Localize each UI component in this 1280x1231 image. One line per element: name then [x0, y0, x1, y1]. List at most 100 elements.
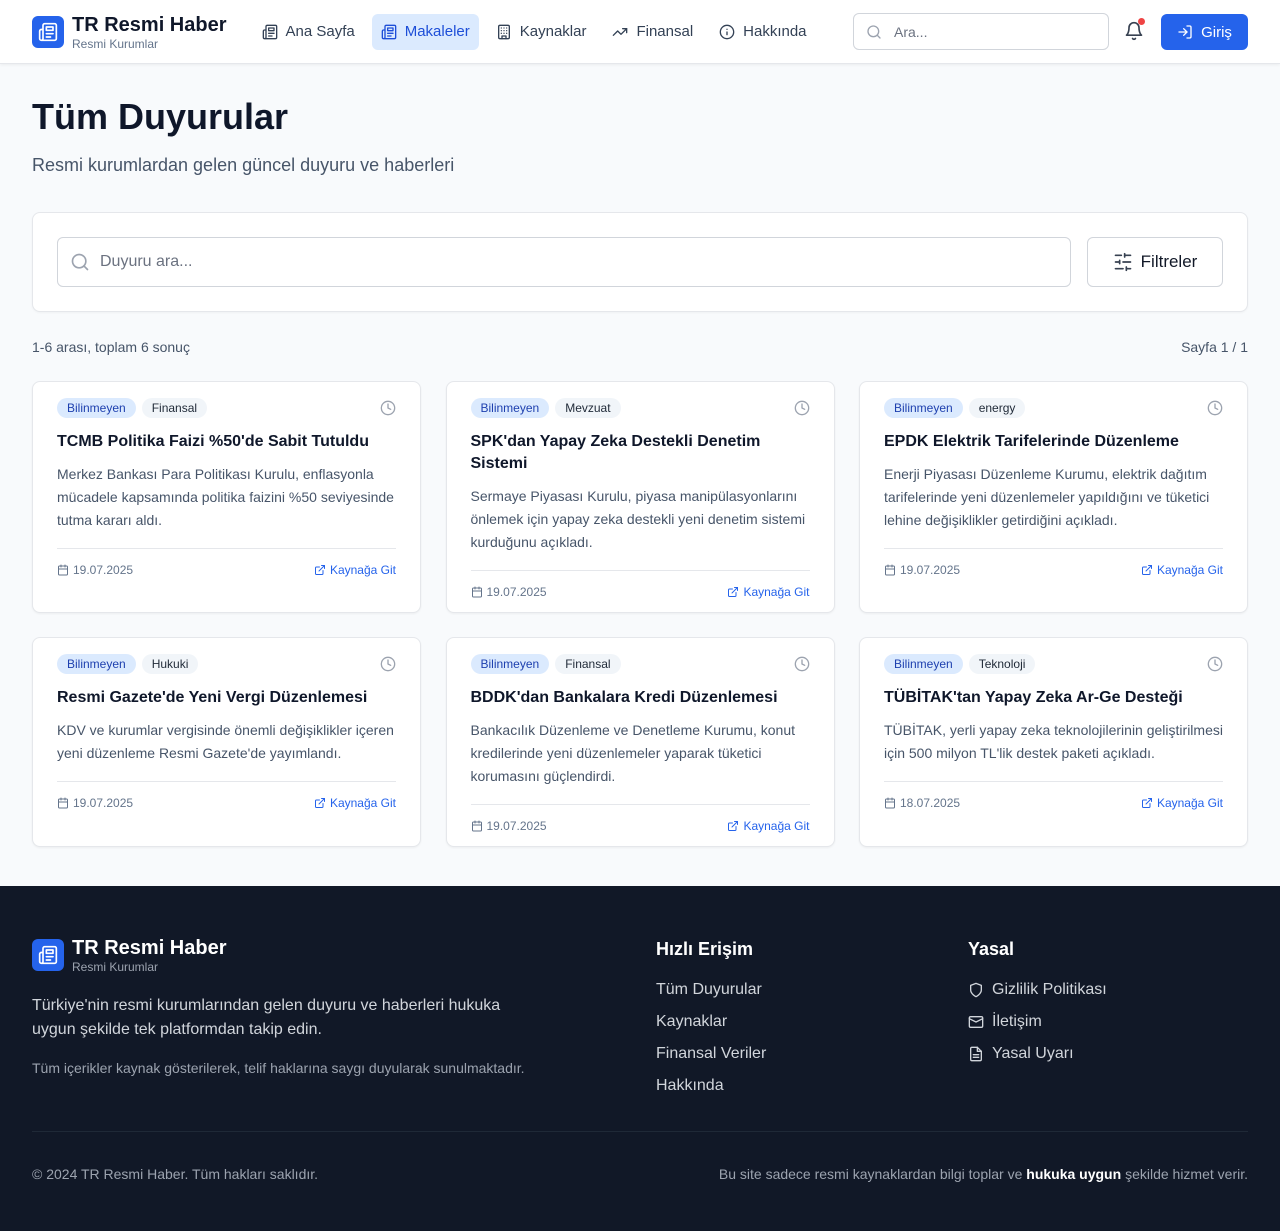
external-link-icon: [727, 586, 743, 598]
quick-access-heading: Hızlı Erişim: [656, 939, 754, 959]
nav-label: Kaynaklar: [519, 23, 587, 40]
copyright: © 2024 TR Resmi Haber. Tüm hakları saklı…: [32, 1166, 319, 1182]
status-badge: Bilinmeyen: [470, 654, 550, 674]
source-link[interactable]: Kaynağa Git: [1141, 796, 1223, 810]
status-badge: Bilinmeyen: [57, 654, 136, 674]
filters-button[interactable]: Filtreler: [1087, 237, 1223, 287]
info-icon: [719, 24, 743, 40]
source-link[interactable]: Kaynağa Git: [314, 563, 396, 577]
article-date: 19.07.2025: [471, 819, 547, 833]
footer-brand-title: TR Resmi Haber: [72, 937, 227, 959]
calendar-icon: [471, 820, 487, 832]
newspaper-icon: [32, 939, 64, 971]
footer-divider: [32, 1131, 1248, 1132]
page-subtitle: Resmi kurumlardan gelen güncel duyuru ve…: [32, 155, 455, 175]
article-date-text: 19.07.2025: [486, 584, 547, 599]
article-title[interactable]: TÜBİTAK'tan Yapay Zeka Ar-Ge Desteği: [884, 687, 1223, 709]
legal-heading: Yasal: [968, 939, 1015, 959]
shield-icon: [968, 982, 992, 998]
nav-item-finansal[interactable]: Finansal: [603, 14, 702, 50]
article-card[interactable]: Bilinmeyen Mevzuat SPK'dan Yapay Zeka Des…: [445, 381, 835, 613]
source-link[interactable]: Kaynağa Git: [314, 796, 396, 810]
search-icon: [70, 252, 90, 272]
notification-button[interactable]: [1124, 18, 1146, 43]
category-badge: Finansal: [555, 654, 621, 674]
article-description: Enerji Piyasası Düzenleme Kurumu, elektr…: [884, 466, 1210, 528]
article-card[interactable]: Bilinmeyen energy EPDK Elektrik Tarifeler…: [859, 381, 1248, 613]
announcement-search-input[interactable]: [100, 253, 1070, 271]
header-search-input[interactable]: [894, 23, 1094, 40]
brand-title: TR Resmi Haber: [72, 13, 227, 36]
article-card[interactable]: Bilinmeyen Hukuki Resmi Gazete'de Yeni Ve…: [32, 637, 421, 847]
article-date: 19.07.2025: [57, 563, 133, 577]
trending-up-icon: [612, 24, 636, 40]
status-badge: Bilinmeyen: [884, 398, 963, 418]
clock-icon: [380, 656, 396, 672]
article-date-text: 19.07.2025: [900, 562, 961, 577]
external-link-icon: [1141, 797, 1157, 809]
article-date-text: 18.07.2025: [900, 795, 961, 810]
article-date-text: 19.07.2025: [486, 818, 547, 833]
legal-statement-post: şekilde hizmet verir.: [1125, 1166, 1248, 1182]
source-link[interactable]: Kaynağa Git: [727, 819, 810, 833]
footer-link-finansal-veriler[interactable]: Finansal Veriler: [656, 1044, 968, 1064]
clock-icon: [794, 656, 810, 672]
article-description: Bankacılık Düzenleme ve Denetleme Kurumu…: [470, 722, 796, 784]
category-badge: Finansal: [141, 398, 208, 418]
status-badge: Bilinmeyen: [884, 654, 963, 674]
category-badge: energy: [968, 398, 1026, 418]
article-date: 18.07.2025: [884, 796, 960, 810]
external-link-icon: [314, 797, 330, 809]
article-card[interactable]: Bilinmeyen Finansal BDDK'dan Bankalara Kr…: [445, 637, 835, 847]
article-title[interactable]: EPDK Elektrik Tarifelerinde Düzenleme: [884, 431, 1223, 453]
legal-statement-pre: Bu site sadece resmi kaynaklardan bilgi …: [718, 1166, 1023, 1182]
announcement-search: [57, 237, 1071, 287]
results-summary-row: 1-6 arası, toplam 6 sonuç Sayfa 1 / 1: [32, 338, 1248, 356]
status-badge: Bilinmeyen: [57, 398, 136, 418]
article-description: Merkez Bankası Para Politikası Kurulu, e…: [57, 466, 394, 528]
footer-note: Tüm içerikler kaynak gösterilerek, telif…: [32, 1060, 525, 1076]
footer-link-yasal-uyari[interactable]: Yasal Uyarı: [968, 1044, 1248, 1064]
nav-item-ana-sayfa[interactable]: Ana Sayfa: [253, 14, 364, 50]
nav-item-kaynaklar[interactable]: Kaynaklar: [487, 14, 596, 50]
source-link[interactable]: Kaynağa Git: [727, 585, 810, 599]
article-date: 19.07.2025: [57, 796, 133, 810]
category-badge: Teknoloji: [968, 654, 1036, 674]
article-date: 19.07.2025: [884, 563, 960, 577]
article-card[interactable]: Bilinmeyen Finansal TCMB Politika Faizi %…: [32, 381, 421, 613]
search-icon: [866, 24, 882, 40]
building-icon: [496, 24, 520, 40]
sliders-icon: [1113, 252, 1141, 272]
article-card[interactable]: Bilinmeyen Teknoloji TÜBİTAK'tan Yapay Ze…: [859, 637, 1248, 847]
nav-item-makaleler[interactable]: Makaleler: [371, 13, 479, 50]
footer-link-hakkinda[interactable]: Hakkında: [656, 1076, 968, 1096]
calendar-icon: [884, 797, 900, 809]
nav-item-hakkinda[interactable]: Hakkında: [710, 14, 815, 50]
newspaper-icon: [262, 24, 286, 40]
footer-link-kaynaklar[interactable]: Kaynaklar: [656, 1012, 968, 1032]
article-title[interactable]: BDDK'dan Bankalara Kredi Düzenlemesi: [471, 687, 810, 709]
brand[interactable]: TR Resmi Haber Resmi Kurumlar: [32, 13, 227, 51]
footer-brand[interactable]: TR Resmi Haber Resmi Kurumlar: [32, 936, 656, 974]
top-header: TR Resmi Haber Resmi Kurumlar Ana Sayfa …: [0, 0, 1280, 64]
notification-dot: [1138, 18, 1145, 25]
external-link-icon: [1141, 564, 1157, 576]
footer-link-tum-duyurular[interactable]: Tüm Duyurular: [656, 980, 968, 1000]
login-label: Giriş: [1201, 23, 1232, 41]
footer-description: Türkiye'nin resmi kurumlarından gelen du…: [32, 997, 501, 1038]
login-button[interactable]: Giriş: [1161, 14, 1248, 50]
search-panel: Filtreler: [32, 212, 1248, 312]
calendar-icon: [57, 564, 73, 576]
brand-subtitle: Resmi Kurumlar: [72, 36, 159, 51]
article-title[interactable]: SPK'dan Yapay Zeka Destekli Denetim Sist…: [471, 431, 810, 475]
article-title[interactable]: TCMB Politika Faizi %50'de Sabit Tutuldu: [57, 431, 396, 453]
category-badge: Mevzuat: [555, 398, 621, 418]
footer-brand-subtitle: Resmi Kurumlar: [72, 960, 159, 974]
header-search: [853, 13, 1109, 50]
source-link[interactable]: Kaynağa Git: [1141, 563, 1223, 577]
article-title[interactable]: Resmi Gazete'de Yeni Vergi Düzenlemesi: [57, 687, 396, 709]
article-description: TÜBİTAK, yerli yapay zeka teknolojilerin…: [884, 722, 1223, 761]
footer-link-gizlilik[interactable]: Gizlilik Politikası: [968, 980, 1248, 1000]
footer-link-iletisim[interactable]: İletişim: [968, 1012, 1248, 1032]
external-link-icon: [314, 564, 330, 576]
